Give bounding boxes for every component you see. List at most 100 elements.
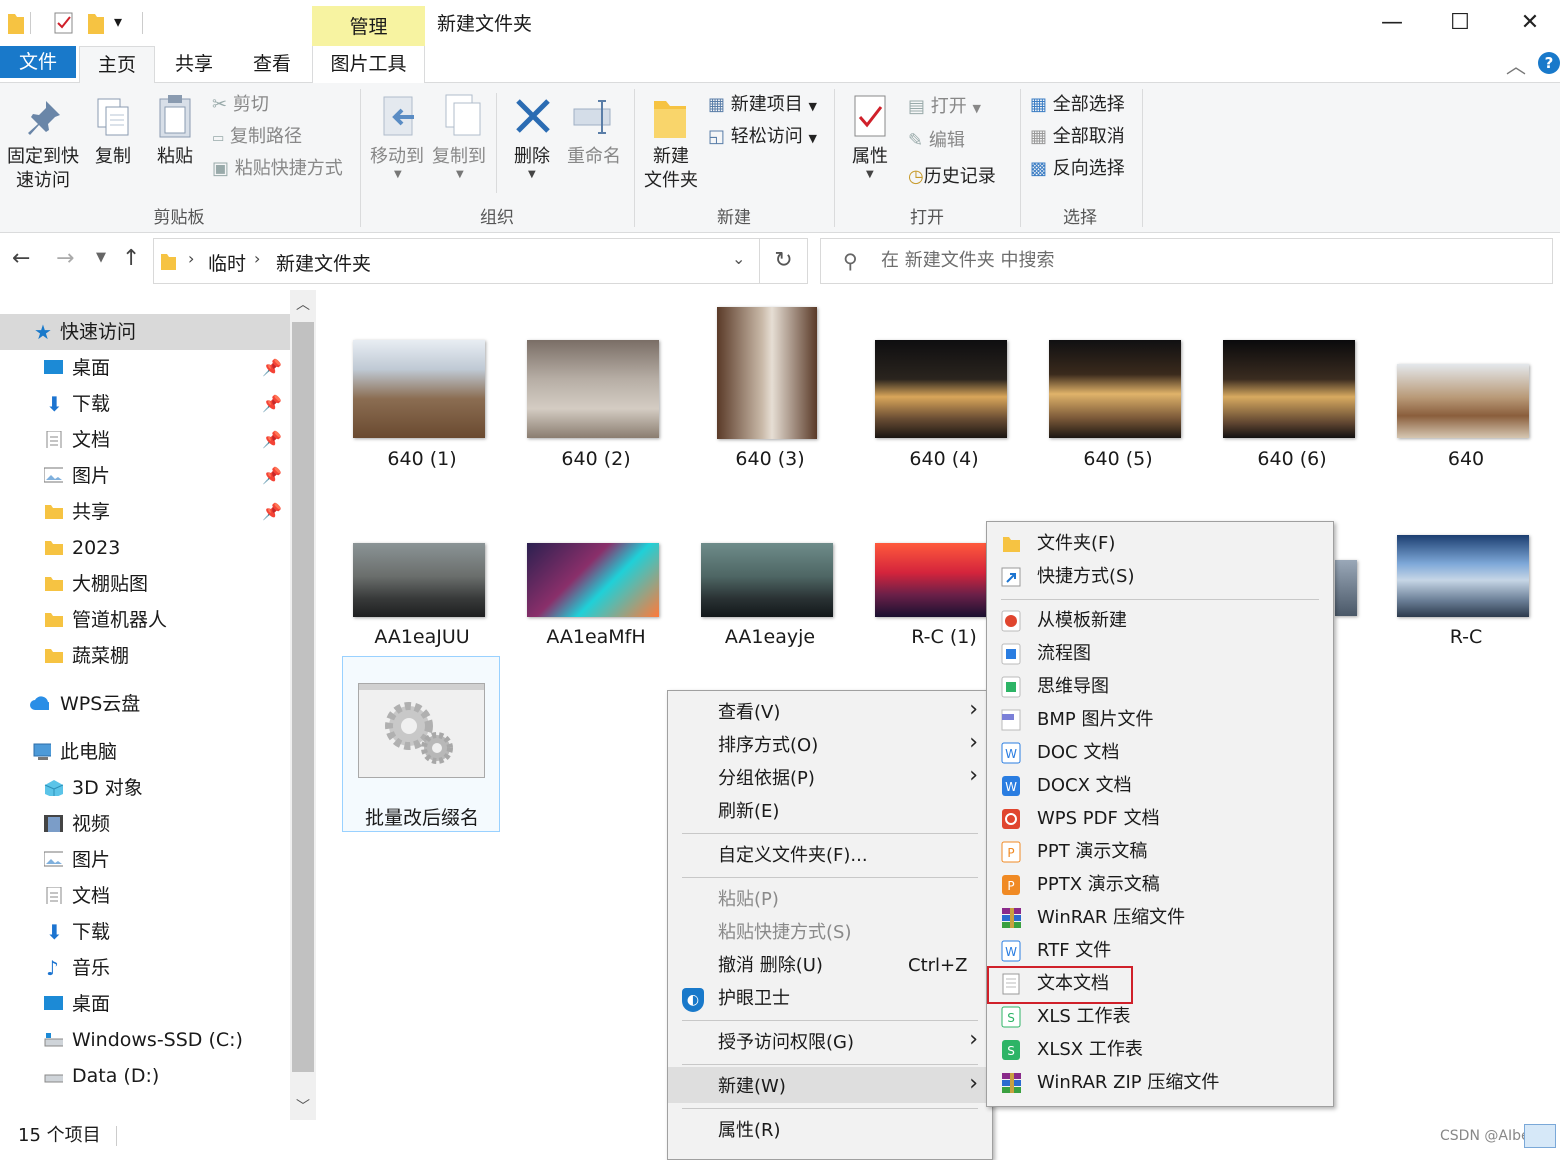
nav-item-documents[interactable]: 文档 📌 — [0, 422, 290, 458]
maximize-button[interactable]: ☐ — [1440, 8, 1480, 38]
select-none-button[interactable]: ▦ 全部取消 — [1030, 125, 1125, 149]
help-icon[interactable]: ? — [1538, 52, 1560, 74]
image-thumbnail[interactable] — [1223, 340, 1355, 438]
nav-item-greenhouse-textures[interactable]: 大棚贴图 — [0, 566, 290, 602]
menu-item-properties[interactable]: 属性(R) — [718, 1115, 978, 1147]
tab-file[interactable]: 文件 — [0, 46, 76, 78]
breadcrumb-item[interactable]: 新建文件夹 — [276, 249, 371, 276]
image-thumbnail[interactable] — [875, 340, 1007, 438]
back-icon[interactable]: ← — [12, 246, 30, 271]
paste-shortcut-button[interactable]: ▣ 粘贴快捷方式 — [212, 157, 343, 181]
image-thumbnail[interactable] — [527, 340, 659, 438]
properties-icon[interactable] — [52, 10, 76, 36]
nav-item-share[interactable]: 共享 📌 — [0, 494, 290, 530]
move-to-button[interactable]: 移动到 — [366, 145, 428, 169]
nav-item-documents-pc[interactable]: 文档 — [0, 878, 290, 914]
pin-icon[interactable]: 📌 — [262, 458, 282, 494]
tab-view[interactable]: 查看 — [236, 46, 308, 83]
file-name[interactable]: 批量改后缀名 — [343, 803, 501, 830]
pin-icon[interactable]: 📌 — [262, 494, 282, 530]
submenu-item-flowchart[interactable]: 流程图 — [1037, 638, 1091, 670]
breadcrumb-item[interactable]: 临时 — [208, 249, 246, 276]
image-thumbnail[interactable] — [1335, 560, 1357, 616]
nav-quick-access[interactable]: ★ 快速访问 — [0, 314, 290, 350]
file-name[interactable]: 640 (2) — [516, 448, 676, 470]
menu-item-eye-guard[interactable]: 护眼卫士 — [718, 983, 978, 1015]
nav-item-pictures[interactable]: 图片 📌 — [0, 458, 290, 494]
submenu-item-shortcut[interactable]: 快捷方式(S) — [1037, 561, 1134, 593]
new-folder-button[interactable]: 新建 文件夹 — [638, 145, 704, 193]
submenu-item-bmp[interactable]: BMP 图片文件 — [1037, 704, 1153, 736]
nav-item-videos[interactable]: 视频 — [0, 806, 290, 842]
easy-access-button[interactable]: ◱ 轻松访问 ▼ — [708, 125, 817, 151]
submenu-item-mindmap[interactable]: 思维导图 — [1037, 671, 1109, 703]
copy-to-button[interactable]: 复制到 — [428, 145, 490, 169]
menu-item-undo-delete[interactable]: 撤消 删除(U) Ctrl+Z — [718, 950, 978, 982]
file-name[interactable]: AA1eaJUU — [342, 626, 502, 648]
submenu-item-xls[interactable]: XLS 工作表 — [1037, 1001, 1131, 1033]
chevron-down-icon[interactable]: ⌄ — [732, 249, 745, 268]
menu-item-paste[interactable]: 粘贴(P) — [718, 884, 978, 916]
search-input[interactable]: ⚲ 在 新建文件夹 中搜索 — [820, 238, 1553, 284]
nav-item-desktop-pc[interactable]: 桌面 — [0, 986, 290, 1022]
properties-button[interactable]: 属性 — [844, 145, 896, 169]
menu-item-new[interactable]: 新建(W) — [718, 1071, 978, 1103]
nav-item-music[interactable]: ♪ 音乐 — [0, 950, 290, 986]
menu-item-sort[interactable]: 排序方式(O) — [718, 730, 978, 762]
minimize-button[interactable]: — — [1372, 8, 1412, 38]
pin-icon[interactable]: 📌 — [262, 386, 282, 422]
nav-item-drive-d[interactable]: Data (D:) — [0, 1058, 290, 1094]
invert-selection-button[interactable]: ▩ 反向选择 — [1030, 157, 1125, 181]
menu-item-grant-access[interactable]: 授予访问权限(G) — [718, 1027, 978, 1059]
image-thumbnail[interactable] — [717, 307, 817, 439]
customize-quick-access-icon[interactable]: ▾ — [114, 12, 122, 31]
menu-item-refresh[interactable]: 刷新(E) — [718, 796, 978, 828]
file-name[interactable]: 640 (6) — [1212, 448, 1372, 470]
submenu-item-pptx[interactable]: PPTX 演示文稿 — [1037, 869, 1160, 901]
recent-locations-icon[interactable]: ▼ — [96, 250, 106, 265]
image-thumbnail[interactable] — [353, 340, 485, 438]
delete-button[interactable]: 删除 — [506, 145, 558, 169]
large-icons-view-icon[interactable] — [1524, 1124, 1556, 1148]
image-thumbnail[interactable] — [1397, 364, 1529, 438]
file-name[interactable]: 640 — [1386, 448, 1546, 470]
nav-item-pictures-pc[interactable]: 图片 — [0, 842, 290, 878]
scroll-down-icon[interactable]: ﹀ — [296, 1096, 310, 1116]
image-thumbnail[interactable] — [875, 543, 987, 617]
submenu-item-ppt[interactable]: PPT 演示文稿 — [1037, 836, 1147, 868]
pin-icon[interactable]: 📌 — [262, 350, 282, 386]
file-name[interactable]: 640 (3) — [690, 448, 850, 470]
close-button[interactable]: ✕ — [1510, 8, 1550, 38]
up-icon[interactable]: ↑ — [122, 246, 140, 271]
submenu-item-wps-pdf[interactable]: WPS PDF 文档 — [1037, 803, 1160, 835]
nav-item-downloads[interactable]: ⬇ 下载 📌 — [0, 386, 290, 422]
submenu-item-docx[interactable]: DOCX 文档 — [1037, 770, 1132, 802]
submenu-item-xlsx[interactable]: XLSX 工作表 — [1037, 1034, 1143, 1066]
submenu-item-text-document[interactable]: 文本文档 — [1037, 968, 1109, 1000]
forward-icon[interactable]: → — [56, 246, 74, 271]
address-bar[interactable]: › 临时 › 新建文件夹 ⌄ — [153, 238, 760, 284]
nav-scroll-thumb[interactable] — [292, 322, 314, 1072]
copy-path-button[interactable]: ▭ 复制路径 — [212, 125, 302, 151]
file-name[interactable]: AA1eaMfH — [516, 626, 676, 648]
edit-button[interactable]: ✎ 编辑 — [908, 129, 965, 153]
nav-this-pc[interactable]: 此电脑 — [0, 734, 290, 770]
image-thumbnail[interactable] — [527, 543, 659, 617]
new-item-button[interactable]: ▦ 新建项目 ▼ — [708, 93, 817, 119]
tab-share[interactable]: 共享 — [158, 46, 230, 83]
open-button[interactable]: ▤ 打开 ▼ — [908, 95, 981, 121]
file-name[interactable]: 640 (5) — [1038, 448, 1198, 470]
nav-item-pipe-robot[interactable]: 管道机器人 — [0, 602, 290, 638]
submenu-item-rtf[interactable]: RTF 文件 — [1037, 935, 1111, 967]
tab-home[interactable]: 主页 — [79, 46, 155, 84]
pin-icon[interactable]: 📌 — [262, 422, 282, 458]
submenu-item-template[interactable]: 从模板新建 — [1037, 605, 1127, 637]
nav-item-downloads-pc[interactable]: ⬇ 下载 — [0, 914, 290, 950]
list-item-selected[interactable]: 批量改后缀名 — [342, 656, 500, 832]
image-thumbnail[interactable] — [1397, 535, 1529, 617]
collapse-ribbon-icon[interactable]: ︿ — [1506, 50, 1526, 79]
new-folder-icon[interactable] — [86, 10, 106, 36]
menu-item-customize-folder[interactable]: 自定义文件夹(F)... — [718, 840, 978, 872]
submenu-item-winrar-zip[interactable]: WinRAR ZIP 压缩文件 — [1037, 1067, 1219, 1099]
image-thumbnail[interactable] — [701, 543, 833, 617]
